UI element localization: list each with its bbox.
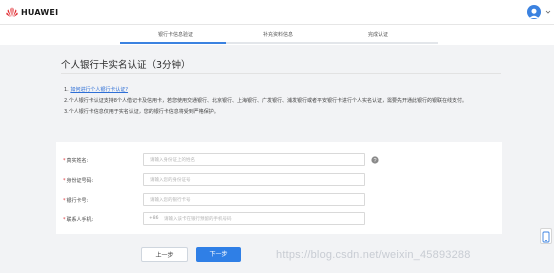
- phone-icon: [542, 231, 550, 243]
- brand-name: HUAWEI: [21, 7, 59, 17]
- step-2-progress: [226, 42, 332, 44]
- prev-step-button[interactable]: 上一步: [141, 247, 188, 262]
- svg-text:?: ?: [373, 158, 376, 164]
- help-icon[interactable]: ?: [371, 156, 379, 164]
- side-floating-button[interactable]: [540, 228, 552, 244]
- bank-card-label: *银行卡号:: [63, 198, 89, 204]
- tip-3: 3.个人银行卡信息仅用于实名认证，您的银行卡信息将受到严格保护。: [64, 109, 219, 115]
- step-indicator: 银行卡信息验证 补充资料信息 完成认证: [0, 25, 554, 45]
- field-row-phone: *联系人手机: +86 请输入该卡在银行预留的手机号码: [56, 212, 502, 226]
- field-row-id-number: *身份证号码: 请输入您的身份证号: [56, 173, 502, 187]
- field-row-bank-card: *银行卡号: 请输入您的银行卡号: [56, 193, 502, 207]
- name-label: *真实姓名:: [63, 158, 89, 164]
- top-bar: HUAWEI: [0, 0, 554, 25]
- step-3-progress: [332, 42, 438, 44]
- huawei-flower-icon: [6, 7, 18, 17]
- step-2-label: 补充资料信息: [263, 32, 294, 38]
- tip-1-link[interactable]: 如何进行个人银行卡认证?: [70, 87, 128, 93]
- user-icon: [529, 8, 539, 18]
- step-1-progress: [120, 42, 226, 44]
- user-avatar[interactable]: [527, 5, 541, 19]
- id-number-placeholder: 请输入您的身份证号: [150, 178, 191, 183]
- phone-placeholder: 请输入该卡在银行预留的手机号码: [164, 217, 232, 222]
- field-row-name: *真实姓名: 请输入身份证上的姓名 ?: [56, 153, 502, 167]
- phone-input[interactable]: +86 请输入该卡在银行预留的手机号码: [143, 212, 365, 225]
- id-number-input[interactable]: 请输入您的身份证号: [143, 173, 365, 186]
- tip-2: 2.个人银行卡认证支持8个人借记卡及信用卡，若您使用交通银行、北京银行、上海银行…: [64, 98, 467, 104]
- phone-label: *联系人手机:: [63, 217, 94, 223]
- step-3-label: 完成认证: [368, 32, 389, 38]
- next-step-button[interactable]: 下一步: [196, 247, 241, 262]
- chevron-down-icon[interactable]: [545, 9, 551, 15]
- page-title: 个人银行卡实名认证（3分钟）: [61, 60, 191, 71]
- form-card: *真实姓名: 请输入身份证上的姓名 ? *身份证号码: 请输入您的身份证号 *银…: [56, 142, 502, 234]
- step-1-label: 银行卡信息验证: [158, 32, 194, 38]
- bank-card-input[interactable]: 请输入您的银行卡号: [143, 193, 365, 206]
- huawei-logo[interactable]: HUAWEI: [6, 6, 58, 18]
- tip-1: 1. 如何进行个人银行卡认证?: [64, 85, 467, 96]
- country-code: +86: [149, 216, 159, 221]
- watermark: https://blog.csdn.net/weixin_45893288: [276, 249, 471, 261]
- title-divider: [61, 73, 501, 74]
- name-input[interactable]: 请输入身份证上的姓名: [143, 153, 365, 166]
- name-placeholder: 请输入身份证上的姓名: [150, 158, 195, 163]
- tips-list: 1. 如何进行个人银行卡认证? 2.个人银行卡认证支持8个人借记卡及信用卡，若您…: [64, 85, 467, 118]
- bank-card-placeholder: 请输入您的银行卡号: [150, 198, 191, 203]
- id-number-label: *身份证号码:: [63, 178, 94, 184]
